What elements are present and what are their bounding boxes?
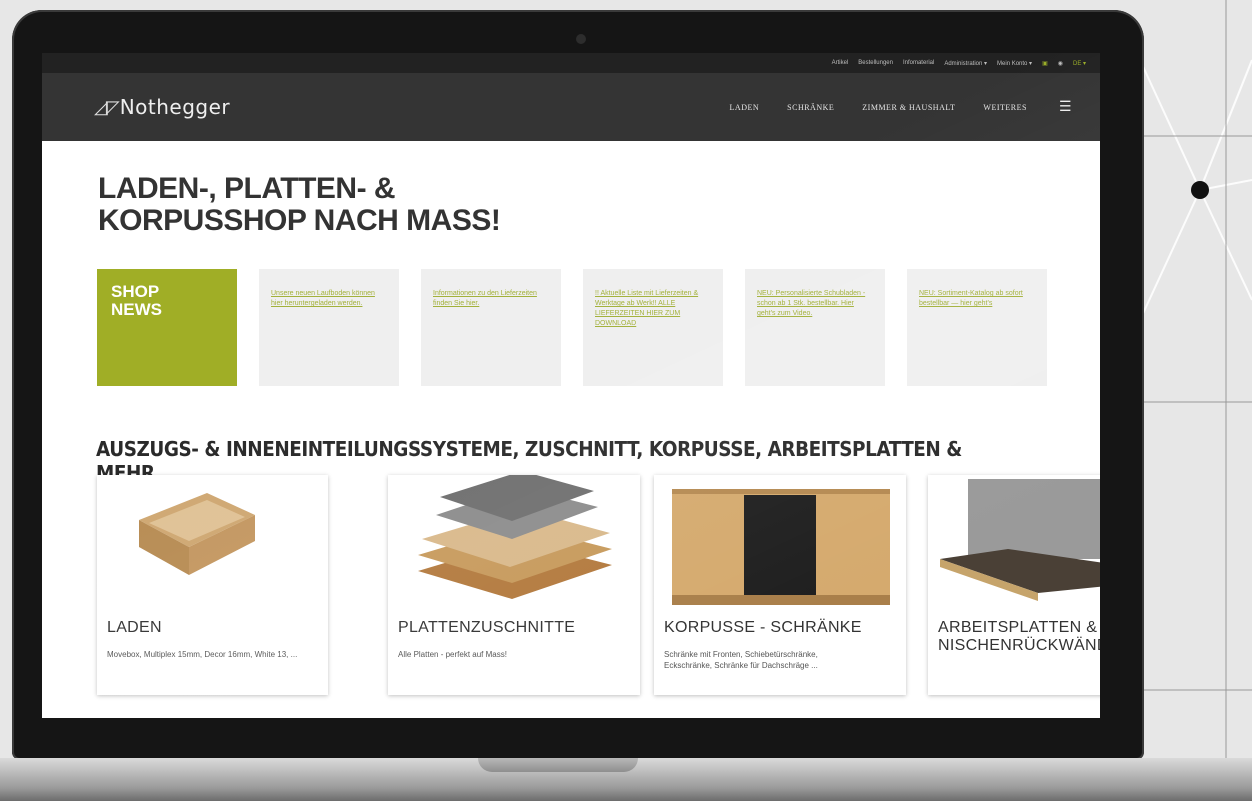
nav-item-zimmer-haushalt[interactable]: ZIMMER & HAUSHALT — [862, 103, 955, 112]
product-desc: Alle Platten - perfekt auf Mass! — [398, 650, 507, 659]
laptop-notch — [478, 758, 638, 772]
cart-icon[interactable]: ▣ — [1042, 60, 1048, 67]
nav-item-weiteres[interactable]: WEITERES — [983, 103, 1027, 112]
site-header: ◿◸ Nothegger LADEN SCHRÄNKE ZIMMER & HAU… — [42, 73, 1100, 141]
product-card-arbeitsplatten[interactable]: ARBEITSPLATTEN & NISCHENRÜCKWÄNDE — [928, 475, 1100, 695]
shop-news-title-1: SHOP — [111, 282, 160, 301]
product-card-plattenzuschnitte[interactable]: PLATTENZUSCHNITTE Alle Platten - perfekt… — [388, 475, 640, 695]
news-card[interactable]: !! Aktuelle Liste mit Lieferzeiten & Wer… — [583, 269, 723, 386]
shop-news-tile: SHOP NEWS — [97, 269, 237, 386]
logo-mark-icon: ◿◸ — [94, 96, 120, 117]
product-title: LADEN — [107, 619, 162, 636]
topbar-link-administration[interactable]: Administration ▾ — [944, 60, 987, 67]
browser-viewport: Artikel Bestellungen Infomaterial Admini… — [42, 53, 1100, 718]
product-card-korpusse[interactable]: KORPUSSE - SCHRÄNKE Schränke mit Fronten… — [654, 475, 906, 695]
topbar-link-infomaterial[interactable]: Infomaterial — [903, 60, 934, 66]
worktop-image — [940, 479, 1100, 601]
page-title-line2: KORPUSSHOP NACH MASS! — [98, 204, 501, 237]
topbar-link-account[interactable]: Mein Konto ▾ — [997, 60, 1032, 67]
top-utility-bar: Artikel Bestellungen Infomaterial Admini… — [42, 53, 1100, 73]
news-card[interactable]: Informationen zu den Lieferzeiten finden… — [421, 269, 561, 386]
news-card-link[interactable]: !! Aktuelle Liste mit Lieferzeiten & Wer… — [595, 290, 698, 327]
page-title-line1: LADEN-, PLATTEN- & — [98, 172, 396, 205]
page-title: LADEN-, PLATTEN- & KORPUSSHOP NACH MASS! — [98, 172, 501, 237]
topbar-link-orders[interactable]: Bestellungen — [858, 60, 893, 66]
product-title: ARBEITSPLATTEN & NISCHENRÜCKWÄNDE — [938, 619, 1100, 654]
nav-item-laden[interactable]: LADEN — [730, 103, 760, 112]
topbar-link-articles[interactable]: Artikel — [832, 60, 849, 66]
news-card[interactable]: Unsere neuen Laufboden können hier herun… — [259, 269, 399, 386]
shop-news-title-2: NEWS — [111, 300, 162, 319]
nav-item-schraenke[interactable]: SCHRÄNKE — [787, 103, 834, 112]
news-card-link[interactable]: Informationen zu den Lieferzeiten finden… — [433, 290, 537, 307]
globe-icon[interactable]: ◉ — [1058, 60, 1063, 67]
menu-icon[interactable]: ☰ — [1059, 99, 1072, 116]
main-nav: LADEN SCHRÄNKE ZIMMER & HAUSHALT WEITERE… — [730, 99, 1072, 116]
shop-news-row: SHOP NEWS Unsere neuen Laufboden können … — [97, 269, 1047, 386]
cabinet-image — [672, 489, 890, 605]
product-title: PLATTENZUSCHNITTE — [398, 619, 576, 636]
logo-text: Nothegger — [119, 95, 231, 119]
news-card[interactable]: NEU: Sortiment-Katalog ab sofort bestell… — [907, 269, 1047, 386]
panels-image — [418, 475, 612, 599]
product-title: KORPUSSE - SCHRÄNKE — [664, 619, 862, 636]
drawer-image — [139, 493, 255, 575]
product-desc: Schränke mit Fronten, Schiebetürschränke… — [664, 650, 818, 670]
product-desc: Movebox, Multiplex 15mm, Decor 16mm, Whi… — [107, 650, 298, 659]
news-card-link[interactable]: NEU: Personalisierte Schubladen - schon … — [757, 290, 865, 317]
webcam-icon — [576, 34, 586, 44]
product-card-laden[interactable]: LADEN Movebox, Multiplex 15mm, Decor 16m… — [97, 475, 328, 695]
news-card-link[interactable]: Unsere neuen Laufboden können hier herun… — [271, 290, 375, 307]
news-card[interactable]: NEU: Personalisierte Schubladen - schon … — [745, 269, 885, 386]
news-card-link[interactable]: NEU: Sortiment-Katalog ab sofort bestell… — [919, 290, 1023, 307]
language-selector[interactable]: DE ▾ — [1073, 60, 1086, 67]
site-logo[interactable]: ◿◸ Nothegger — [94, 95, 230, 119]
